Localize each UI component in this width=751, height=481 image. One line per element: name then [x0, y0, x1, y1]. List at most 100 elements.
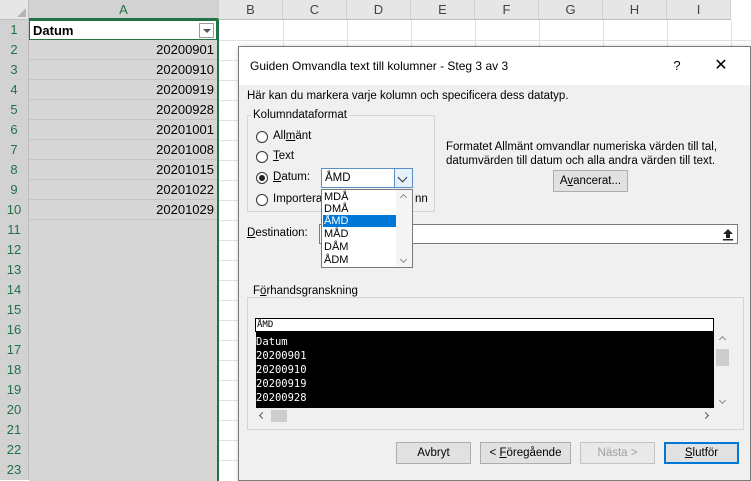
text-to-columns-dialog: Guiden Omvandla text till kolumner - Ste…	[238, 46, 751, 481]
format-info-line-1: Formatet Allmänt omvandlar numeriska vär…	[446, 141, 717, 153]
row-header[interactable]: 19	[0, 380, 29, 400]
cell-value[interactable]: 20201001	[29, 120, 217, 140]
column-header-h[interactable]: H	[603, 0, 667, 20]
previous-button[interactable]: < Föregående	[480, 442, 571, 464]
row-header[interactable]: 7	[0, 140, 29, 160]
cell-value[interactable]: 20200928	[29, 100, 217, 120]
column-format-group-title: Kolumndataformat	[251, 109, 349, 121]
help-button[interactable]: ?	[665, 56, 689, 76]
row-header[interactable]: 17	[0, 340, 29, 360]
instruction-text: Här kan du markera varje kolumn och spec…	[247, 90, 569, 102]
cell-value[interactable]: 20201022	[29, 180, 217, 200]
collapse-dialog-icon[interactable]	[720, 226, 736, 242]
cell-value[interactable]: 20201008	[29, 140, 217, 160]
cell-value[interactable]: 20200910	[29, 60, 217, 80]
scroll-up-icon[interactable]	[396, 190, 412, 202]
preview-row: 20200919	[256, 378, 307, 390]
gridline	[219, 40, 751, 41]
row-header[interactable]: 10	[0, 200, 29, 220]
column-header-c[interactable]: C	[283, 0, 347, 20]
chevron-down-icon[interactable]	[394, 169, 412, 187]
row-header[interactable]: 5	[0, 100, 29, 120]
cell-value[interactable]: 20201029	[29, 200, 217, 220]
finish-button[interactable]: Slutför	[664, 442, 739, 464]
preview-row: 20200928	[256, 392, 307, 404]
date-format-option[interactable]: MDÅ	[323, 191, 396, 203]
column-header-a[interactable]: A	[29, 0, 219, 20]
dropdown-scrollbar[interactable]	[396, 190, 412, 267]
dialog-titlebar[interactable]: Guiden Omvandla text till kolumner - Ste…	[239, 47, 750, 85]
cancel-button[interactable]: Avbryt	[396, 442, 471, 464]
row-header[interactable]: 4	[0, 80, 29, 100]
radio-date[interactable]	[256, 172, 268, 184]
row-header[interactable]: 9	[0, 180, 29, 200]
date-format-selected: ÅMD	[325, 172, 351, 184]
preview-row: Datum	[256, 336, 288, 348]
close-button[interactable]: ✕	[709, 56, 733, 76]
date-format-option[interactable]: MÅD	[323, 228, 396, 240]
column-header-f[interactable]: F	[475, 0, 539, 20]
row-header[interactable]: 8	[0, 160, 29, 180]
cell-a1[interactable]: Datum	[29, 20, 217, 40]
format-info-line-2: datumvärden till datum och alla andra vä…	[446, 155, 716, 167]
column-header-i[interactable]: I	[667, 0, 731, 20]
cell-value[interactable]: 20201015	[29, 160, 217, 180]
destination-label: Destination:	[247, 227, 308, 239]
radio-general-label[interactable]: Allmänt	[273, 130, 311, 142]
date-format-option[interactable]: DMÅ	[323, 203, 396, 215]
vertical-scroll-thumb[interactable]	[716, 349, 729, 366]
radio-text-label[interactable]: Text	[273, 150, 294, 162]
row-header[interactable]: 1	[0, 20, 29, 40]
row-header[interactable]: 16	[0, 320, 29, 340]
row-header[interactable]: 14	[0, 280, 29, 300]
row-header[interactable]: 22	[0, 440, 29, 460]
filter-dropdown-icon[interactable]	[199, 23, 214, 38]
radio-general[interactable]	[256, 131, 268, 143]
preview-row: 20200910	[256, 364, 307, 376]
date-format-select[interactable]: ÅMD	[321, 168, 413, 188]
row-header[interactable]: 6	[0, 120, 29, 140]
next-button[interactable]: Nästa >	[580, 442, 655, 464]
row-header[interactable]: 21	[0, 420, 29, 440]
row-header[interactable]: 15	[0, 300, 29, 320]
advanced-button[interactable]: Avancerat...	[553, 170, 628, 192]
date-format-dropdown[interactable]: MDÅ DMÅ ÅMD MÅD DÅM ÅDM	[321, 189, 413, 268]
radio-text[interactable]	[256, 151, 268, 163]
row-header[interactable]: 18	[0, 360, 29, 380]
radio-skip-column[interactable]	[256, 194, 268, 206]
preview-vertical-scrollbar[interactable]	[714, 332, 731, 408]
row-header[interactable]: 20	[0, 400, 29, 420]
scroll-down-icon[interactable]	[715, 396, 731, 408]
cell-a1-text: Datum	[33, 23, 74, 38]
format-info-text: Formatet Allmänt omvandlar numeriska vär…	[446, 140, 736, 168]
date-format-option-selected[interactable]: ÅMD	[323, 215, 396, 227]
radio-skip-column-label[interactable]: Importera	[273, 193, 322, 205]
column-header-e[interactable]: E	[411, 0, 475, 20]
column-header-b[interactable]: B	[219, 0, 283, 20]
row-header[interactable]: 13	[0, 260, 29, 280]
preview-row: 20200901	[256, 350, 307, 362]
cell-value[interactable]: 20200901	[29, 40, 217, 60]
scroll-up-icon[interactable]	[715, 332, 731, 344]
row-header[interactable]: 11	[0, 220, 29, 240]
upload-arrow-icon	[723, 229, 733, 241]
horizontal-scroll-thumb[interactable]	[271, 410, 287, 422]
row-header[interactable]: 2	[0, 40, 29, 60]
radio-date-label[interactable]: Datum:	[273, 171, 310, 183]
scroll-down-icon[interactable]	[396, 255, 412, 267]
preview-horizontal-scrollbar[interactable]	[255, 408, 714, 424]
row-header[interactable]: 23	[0, 460, 29, 480]
row-header[interactable]: 3	[0, 60, 29, 80]
scroll-right-icon[interactable]	[700, 408, 714, 424]
date-format-option[interactable]: DÅM	[323, 241, 396, 253]
column-header-g[interactable]: G	[539, 0, 603, 20]
select-all-corner[interactable]	[0, 0, 29, 20]
preview-column-header[interactable]: ÅMD	[255, 318, 714, 332]
scroll-left-icon[interactable]	[255, 408, 269, 424]
column-header-d[interactable]: D	[347, 0, 411, 20]
radio-skip-column-label-tail: nn	[415, 193, 428, 205]
row-header[interactable]: 12	[0, 240, 29, 260]
cell-value[interactable]: 20200919	[29, 80, 217, 100]
preview-group-title: Förhandsgranskning	[251, 285, 360, 297]
date-format-option[interactable]: ÅDM	[323, 254, 396, 266]
